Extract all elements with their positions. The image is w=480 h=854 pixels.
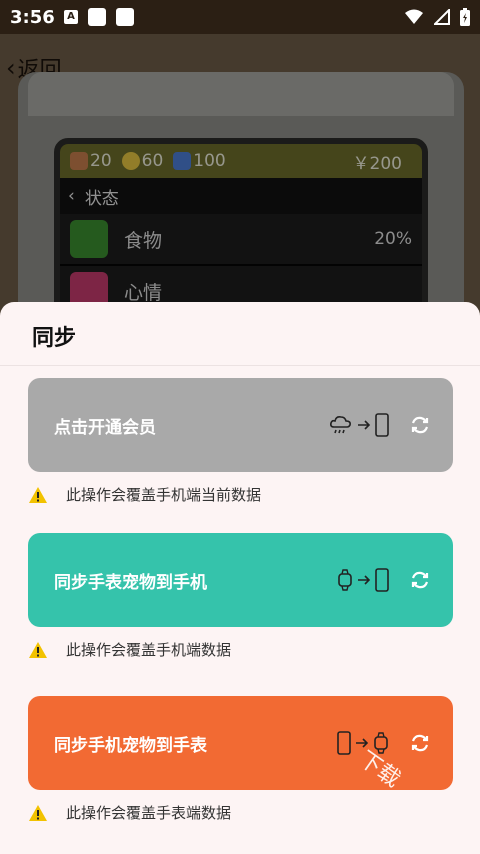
- warning-text: 此操作会覆盖手机端当前数据: [66, 486, 262, 504]
- sync-direction: [337, 533, 431, 627]
- sheet-title: 同步: [32, 326, 77, 351]
- battery-icon: [460, 8, 470, 26]
- warning-note: 此操作会覆盖手机端数据: [28, 639, 231, 660]
- warning-icon: [29, 486, 47, 503]
- warning-note: 此操作会覆盖手机端当前数据: [28, 484, 261, 505]
- action-label: 点击开通会员: [54, 417, 156, 438]
- action-label: 同步手表宠物到手机: [54, 572, 207, 593]
- warning-icon: [29, 641, 47, 658]
- divider: [0, 365, 480, 366]
- arrow-right-icon: [358, 420, 371, 430]
- phone-icon: [375, 568, 389, 592]
- phone-icon: [375, 413, 389, 437]
- watch-icon: [338, 569, 352, 591]
- arrow-right-icon: [358, 575, 371, 585]
- sync-direction: [329, 378, 431, 472]
- warning-text: 此操作会覆盖手机端数据: [66, 641, 232, 659]
- app-notification-icon: A: [64, 10, 78, 24]
- signal-icon: [434, 9, 450, 25]
- notification-icon: [88, 8, 106, 26]
- refresh-icon[interactable]: [409, 414, 431, 436]
- upgrade-membership-button[interactable]: 点击开通会员: [28, 378, 453, 472]
- warning-note: 此操作会覆盖手表端数据: [28, 802, 231, 823]
- notification-icon: [116, 8, 134, 26]
- sync-watch-to-phone-button[interactable]: 同步手表宠物到手机: [28, 533, 453, 627]
- warning-text: 此操作会覆盖手表端数据: [66, 804, 232, 822]
- status-time: 3:56: [10, 6, 55, 28]
- wifi-icon: [405, 9, 423, 24]
- sync-bottom-sheet: 同步 点击开通会员 此操作会覆盖手机端当前数据 同步手表宠物到手机 此操作会覆盖…: [0, 302, 480, 854]
- phone-icon: [337, 731, 351, 755]
- action-label: 同步手机宠物到手表: [54, 735, 207, 756]
- warning-icon: [29, 804, 47, 821]
- refresh-icon[interactable]: [409, 569, 431, 591]
- cloud-icon: [330, 416, 351, 434]
- refresh-icon[interactable]: [409, 732, 431, 754]
- status-bar: 3:56 A: [0, 0, 480, 34]
